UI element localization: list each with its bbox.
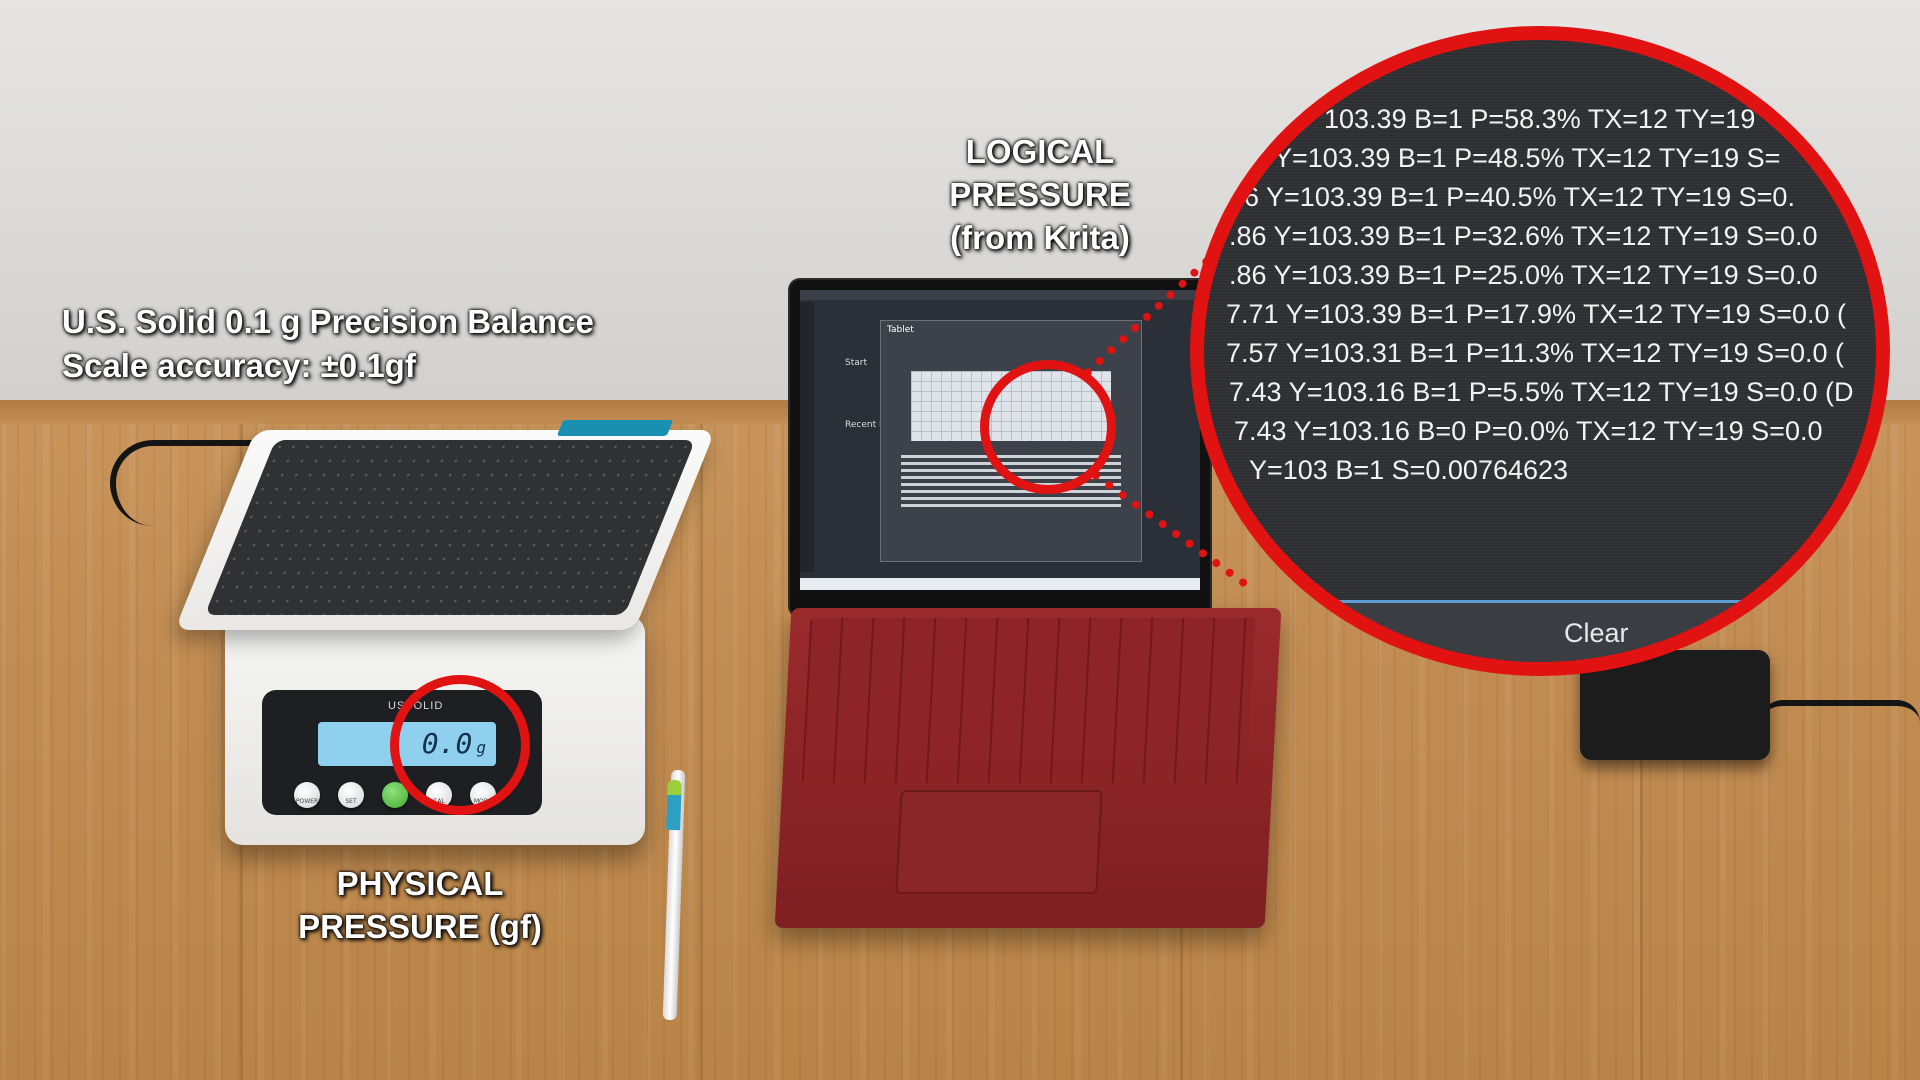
dialog-title: Tablet <box>887 325 914 335</box>
scale-callout-ring <box>390 675 530 815</box>
keyboard-keys[interactable] <box>801 618 1256 783</box>
log-line: .86 Y=103.39 B=1 P=32.6% TX=12 TY=19 S=0… <box>1229 221 1818 251</box>
scale-power-button[interactable]: POWER <box>294 782 320 808</box>
dock-cable <box>1760 700 1920 746</box>
krita-menubar[interactable] <box>800 290 1200 300</box>
tablet-label-stripe <box>556 420 674 436</box>
logical-label-line: LOGICAL <box>965 133 1115 170</box>
log-line: 7.71 Y=103.39 B=1 P=17.9% TX=12 TY=19 S=… <box>1226 299 1846 329</box>
zoom-log-lines: 103.39 B=1 P=58.3% TX=12 TY=19 Y=103.39 … <box>1204 100 1876 490</box>
balance-accuracy: Scale accuracy: ±0.1gf <box>62 347 416 384</box>
balance-title: U.S. Solid 0.1 g Precision Balance <box>62 303 594 340</box>
log-line: Y=103.39 B=1 P=48.5% TX=12 TY=19 S= <box>1274 143 1781 173</box>
physical-label-line: PHYSICAL <box>336 865 504 902</box>
touchpad[interactable] <box>895 790 1103 894</box>
log-line: Y=103 B=1 S=0.00764623 <box>1249 455 1569 485</box>
log-line: 7.57 Y=103.31 B=1 P=11.3% TX=12 TY=19 S=… <box>1226 338 1844 368</box>
log-line: .86 Y=103.39 B=1 P=25.0% TX=12 TY=19 S=0… <box>1229 260 1818 290</box>
log-line: 103.39 B=1 P=58.3% TX=12 TY=19 <box>1324 104 1756 134</box>
balance-label: U.S. Solid 0.1 g Precision Balance Scale… <box>62 300 594 388</box>
krita-start-label: Start <box>845 358 867 368</box>
log-line: 7.43 Y=103.16 B=1 P=5.5% TX=12 TY=19 S=0… <box>1229 377 1854 407</box>
logical-pressure-label: LOGICAL PRESSURE (from Krita) <box>930 130 1150 259</box>
log-line: 7.43 Y=103.16 B=0 P=0.0% TX=12 TY=19 S=0… <box>1234 416 1823 446</box>
scale-set-button[interactable]: SET <box>338 782 364 808</box>
drawing-tablet <box>204 440 696 615</box>
krita-toolbox[interactable] <box>800 302 814 572</box>
clear-button[interactable]: Clear <box>1564 618 1629 649</box>
logical-label-line: (from Krita) <box>950 219 1130 256</box>
photo-scene: USSOLID 0.0 g POWER SET CAL MODE Start Re… <box>0 0 1920 1080</box>
zoom-magnifier: 103.39 B=1 P=58.3% TX=12 TY=19 Y=103.39 … <box>1190 26 1890 676</box>
log-line: 6 Y=103.39 B=1 P=40.5% TX=12 TY=19 S=0. <box>1244 182 1795 212</box>
stylus-grip-band <box>666 779 682 831</box>
windows-taskbar[interactable] <box>800 578 1200 590</box>
physical-pressure-label: PHYSICAL PRESSURE (gf) <box>290 862 550 948</box>
logical-label-line: PRESSURE <box>949 176 1131 213</box>
table-plank-seam <box>700 424 703 1080</box>
physical-label-line: PRESSURE (gf) <box>298 908 542 945</box>
